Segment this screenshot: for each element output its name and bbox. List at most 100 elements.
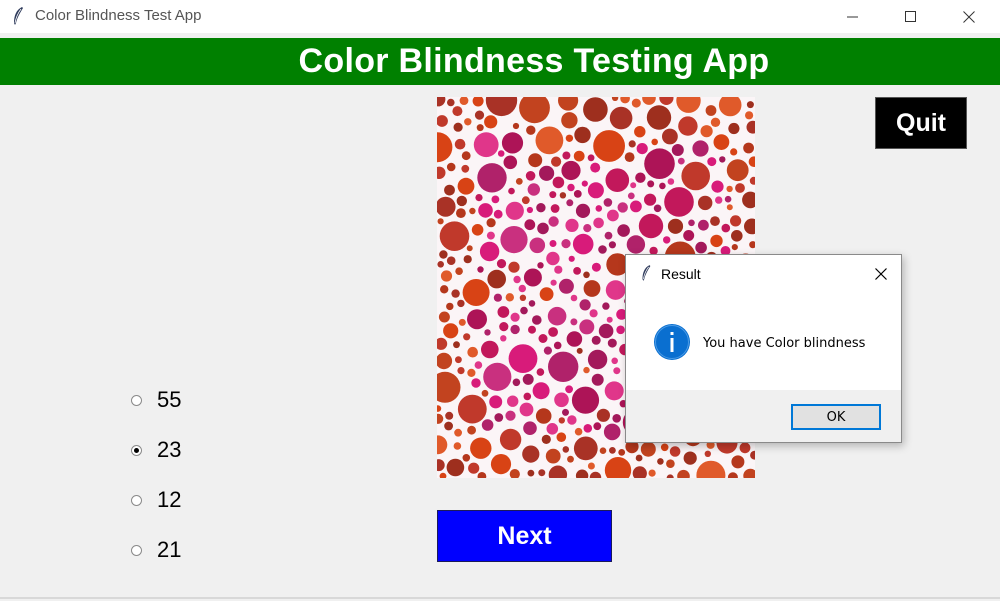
- plate-dot: [554, 392, 569, 408]
- plate-dot: [437, 97, 446, 107]
- plate-dot: [527, 183, 540, 196]
- plate-dot: [453, 341, 460, 349]
- plate-dot: [612, 414, 621, 423]
- plate-dot: [620, 97, 630, 104]
- plate-dot: [566, 331, 583, 347]
- close-button[interactable]: [940, 0, 998, 33]
- plate-dot: [451, 289, 460, 298]
- plate-dot: [546, 423, 559, 435]
- plate-dot: [735, 183, 745, 193]
- plate-dot: [617, 224, 630, 237]
- plate-dot: [527, 469, 535, 477]
- plate-dot: [437, 405, 442, 412]
- plate-dot: [587, 462, 595, 470]
- plate-dot: [535, 408, 552, 424]
- plate-dot: [602, 302, 610, 310]
- plate-dot: [549, 240, 557, 247]
- plate-dot: [439, 472, 447, 478]
- plate-dot: [440, 285, 449, 294]
- plate-dot: [561, 112, 578, 129]
- plate-dot: [567, 455, 574, 463]
- plate-dot: [467, 425, 476, 435]
- plate-dot: [642, 97, 656, 105]
- radio-button[interactable]: [131, 544, 142, 556]
- plate-dot: [437, 218, 444, 225]
- plate-dot: [550, 204, 560, 213]
- plate-dot: [471, 224, 484, 236]
- plate-dot: [469, 207, 476, 215]
- plate-dot: [664, 187, 694, 217]
- plate-dot: [711, 180, 724, 193]
- plate-dot: [508, 261, 520, 273]
- option-23[interactable]: 23: [131, 436, 181, 464]
- option-label: 55: [157, 387, 182, 412]
- plate-dot: [481, 389, 489, 397]
- plate-dot: [519, 294, 527, 301]
- plate-dot: [548, 216, 559, 227]
- minimize-button[interactable]: [824, 0, 882, 33]
- plate-dot: [561, 160, 581, 181]
- plate-dot: [635, 172, 646, 183]
- ok-button[interactable]: OK: [791, 404, 881, 430]
- plate-dot: [551, 156, 562, 167]
- plate-dot: [505, 410, 516, 421]
- radio-button-selected[interactable]: [131, 444, 142, 456]
- plate-dot: [470, 437, 492, 459]
- plate-dot: [696, 460, 726, 478]
- plate-dot: [583, 280, 601, 297]
- plate-dot: [501, 132, 524, 154]
- plate-dot: [562, 408, 569, 416]
- app-window: Color Blindness Test App Color Blindness…: [0, 0, 1000, 601]
- plate-dot: [574, 427, 583, 436]
- plate-dot: [493, 293, 502, 302]
- plate-dot: [529, 237, 546, 254]
- dialog-close-button[interactable]: [870, 263, 892, 285]
- plate-dot: [497, 306, 510, 318]
- plate-dot: [479, 241, 500, 262]
- plate-dot: [583, 97, 608, 122]
- plate-dot: [500, 335, 507, 342]
- maximize-button[interactable]: [882, 0, 940, 33]
- header-banner: Color Blindness Testing App: [0, 38, 1000, 85]
- plate-dot: [579, 299, 591, 311]
- plate-dot: [437, 352, 453, 370]
- plate-dot: [558, 417, 565, 424]
- plate-dot: [525, 171, 536, 181]
- plate-dot: [467, 368, 476, 377]
- plate-dot: [659, 182, 666, 190]
- plate-dot: [532, 315, 542, 325]
- plate-dot: [553, 341, 562, 350]
- radio-button[interactable]: [131, 394, 142, 406]
- plate-dot: [570, 294, 578, 302]
- option-12[interactable]: 12: [131, 486, 181, 514]
- quit-button[interactable]: Quit: [875, 97, 967, 149]
- plate-dot: [437, 413, 444, 424]
- plate-dot: [468, 462, 480, 474]
- plate-dot: [635, 454, 643, 462]
- plate-dot: [683, 230, 695, 241]
- plate-dot: [515, 178, 523, 185]
- plate-dot: [458, 318, 466, 326]
- plate-dot: [748, 156, 755, 167]
- plate-dot: [437, 371, 461, 403]
- plate-dot: [583, 271, 590, 279]
- plate-dot: [437, 435, 448, 455]
- option-55[interactable]: 55: [131, 386, 181, 414]
- option-21[interactable]: 21: [131, 536, 181, 564]
- plate-dot: [554, 265, 563, 274]
- plate-dot: [437, 337, 448, 350]
- plate-dot: [611, 97, 619, 101]
- plate-dot: [745, 111, 754, 120]
- plate-dot: [565, 134, 574, 142]
- plate-dot: [491, 195, 500, 204]
- radio-button[interactable]: [131, 494, 142, 506]
- plate-dot: [543, 346, 552, 355]
- plate-dot: [618, 449, 626, 456]
- plate-dot: [445, 411, 454, 420]
- next-button[interactable]: Next: [437, 510, 612, 562]
- plate-dot: [587, 349, 608, 370]
- plate-dot: [476, 124, 484, 132]
- plate-dot: [640, 441, 656, 457]
- plate-dot: [707, 157, 717, 167]
- plate-dot: [538, 469, 546, 477]
